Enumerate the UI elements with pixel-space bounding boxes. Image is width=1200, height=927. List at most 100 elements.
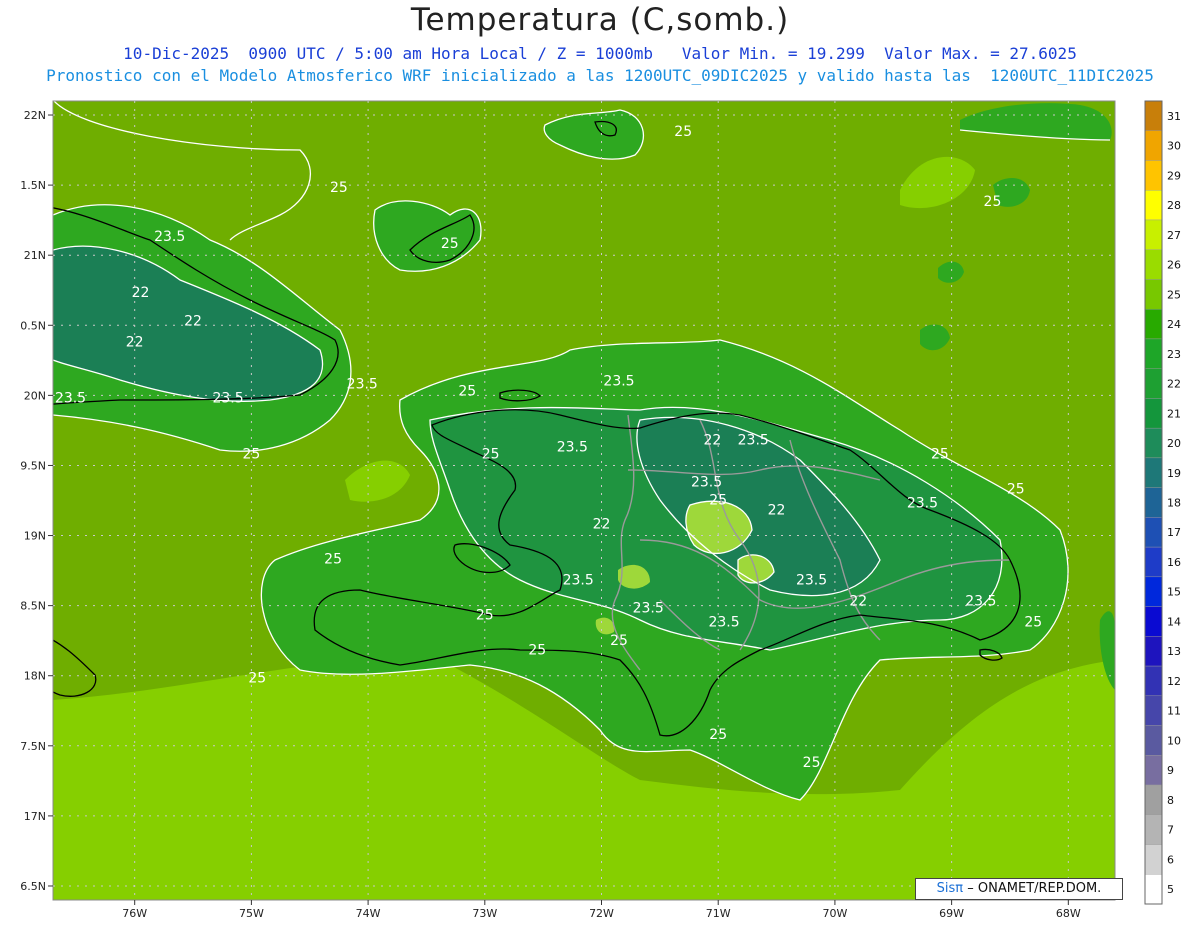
contour-label: 23.5: [603, 374, 634, 390]
contour-label: 25: [242, 446, 260, 462]
lat-tick-label: 20N: [24, 389, 46, 402]
contour-label: 23.5: [347, 376, 378, 392]
lon-tick-label: 72W: [589, 907, 614, 920]
legend-swatch: [1144, 874, 1163, 905]
legend-level-label: 16: [1167, 556, 1181, 569]
contour-label: 23.5: [55, 390, 86, 406]
contour-label: 23.5: [708, 615, 739, 631]
lat-tick-label: 22N: [24, 109, 46, 122]
contour-label: 23.5: [633, 601, 664, 617]
contour-label: 23.5: [563, 573, 594, 589]
lon-tick-label: 75W: [239, 907, 264, 920]
lat-tick-label: 19N: [24, 530, 46, 543]
legend-swatch: [1144, 249, 1163, 280]
legend-level-label: 12: [1167, 675, 1181, 688]
legend-swatch: [1144, 755, 1163, 786]
legend-level-label: 20: [1167, 437, 1181, 450]
contour-label: 23.5: [691, 474, 722, 490]
contour-label: 23.5: [212, 390, 243, 406]
credit-brand: Sisπ: [936, 881, 964, 896]
lat-tick-label: 6.5N: [20, 880, 46, 893]
contour-label: 23.5: [796, 573, 827, 589]
contour-label: 23.5: [154, 229, 185, 245]
legend-level-label: 15: [1167, 586, 1181, 599]
legend-swatch: [1144, 308, 1163, 340]
legend-swatch: [1144, 636, 1163, 667]
legend-level-label: 17: [1167, 526, 1181, 539]
legend-swatch: [1144, 606, 1163, 637]
legend-swatch: [1144, 784, 1163, 815]
lat-tick-label: 0.5N: [20, 319, 46, 332]
legend-swatch: [1144, 398, 1163, 429]
contour-label: 22: [126, 334, 144, 350]
legend-level-label: 30: [1167, 140, 1181, 153]
contour-label: 25: [476, 608, 494, 624]
legend-swatch: [1144, 844, 1163, 875]
legend-level-label: 26: [1167, 259, 1181, 272]
legend-swatch: [1144, 546, 1163, 578]
contour-label: 25: [610, 633, 628, 649]
contour-label: 22: [849, 594, 867, 610]
contour-label: 25: [248, 671, 266, 687]
contour-label: 25: [709, 727, 727, 743]
lon-tick-label: 73W: [472, 907, 497, 920]
legend-level-label: 9: [1167, 764, 1174, 777]
lat-tick-label: 9.5N: [20, 459, 46, 472]
legend-level-label: 29: [1167, 169, 1181, 182]
contour-label: 22: [593, 517, 611, 533]
legend-swatch: [1144, 457, 1163, 488]
legend-level-label: 11: [1167, 705, 1181, 718]
lat-tick-label: 17N: [24, 810, 46, 823]
legend-swatch: [1144, 814, 1163, 845]
legend-level-label: 25: [1167, 288, 1181, 301]
contour-label: 23.5: [965, 594, 996, 610]
contour-label: 25: [330, 180, 348, 196]
contour-label: 22: [768, 503, 786, 519]
contour-label: 25: [482, 446, 500, 462]
contour-label: 23.5: [557, 439, 588, 455]
legend-swatch: [1144, 160, 1163, 191]
lon-tick-label: 71W: [706, 907, 731, 920]
legend-level-label: 24: [1167, 318, 1181, 331]
legend-level-label: 5: [1167, 883, 1174, 896]
contour-label: 25: [1024, 615, 1042, 631]
contour-label: 25: [931, 446, 949, 462]
legend-level-label: 23: [1167, 348, 1181, 361]
legend-level-label: 19: [1167, 467, 1181, 480]
contour-label: 23.5: [738, 432, 769, 448]
contour-label: 22: [132, 285, 150, 301]
legend-level-label: 28: [1167, 199, 1181, 212]
legend-swatch: [1144, 368, 1163, 399]
lon-tick-label: 74W: [356, 907, 381, 920]
contour-label: 22: [184, 313, 202, 329]
lat-tick-label: 7.5N: [20, 740, 46, 753]
contour-label: 25: [324, 552, 342, 568]
contour-label: 25: [709, 493, 727, 509]
credit-box: Sisπ – ONAMET/REP.DOM.: [915, 878, 1123, 900]
lon-tick-label: 68W: [1056, 907, 1081, 920]
legend-swatch: [1144, 725, 1163, 756]
legend-level-label: 18: [1167, 497, 1181, 510]
contour-label: 25: [674, 124, 692, 140]
latitude-axis: 22N 1.5N 21N 0.5N 20N 9.5N 19N 8.5N 18N 7.5N 17N 6.…: [20, 109, 53, 893]
temperature-map: 22N 1.5N 21N 0.5N 20N 9.5N 19N 8.5N 18N 7.5N 17N 6.…: [20, 100, 1181, 920]
lat-tick-label: 18N: [24, 670, 46, 683]
color-legend: 31 30 29 28 27 26 25 24 23 22 21 20 19 18 17 16 15 14 13 12…: [1144, 100, 1181, 905]
contour-label: 25: [458, 383, 476, 399]
lat-tick-label: 1.5N: [20, 179, 46, 192]
legend-level-label: 10: [1167, 734, 1181, 747]
legend-level-label: 21: [1167, 407, 1181, 420]
legend-level-label: 14: [1167, 615, 1181, 628]
contour-label: 25: [1007, 481, 1025, 497]
contour-label: 25: [528, 643, 546, 659]
legend-swatch: [1144, 487, 1163, 518]
legend-swatch: [1144, 427, 1163, 459]
legend-level-label: 6: [1167, 853, 1174, 866]
lon-tick-label: 76W: [122, 907, 147, 920]
longitude-axis: 76W 75W 74W 73W 72W 71W 70W 69W 68W: [122, 900, 1081, 920]
legend-swatch: [1144, 190, 1163, 221]
lon-tick-label: 70W: [822, 907, 847, 920]
contour-label: 22: [703, 432, 721, 448]
legend-swatch: [1144, 219, 1163, 250]
contour-label: 25: [441, 236, 459, 252]
